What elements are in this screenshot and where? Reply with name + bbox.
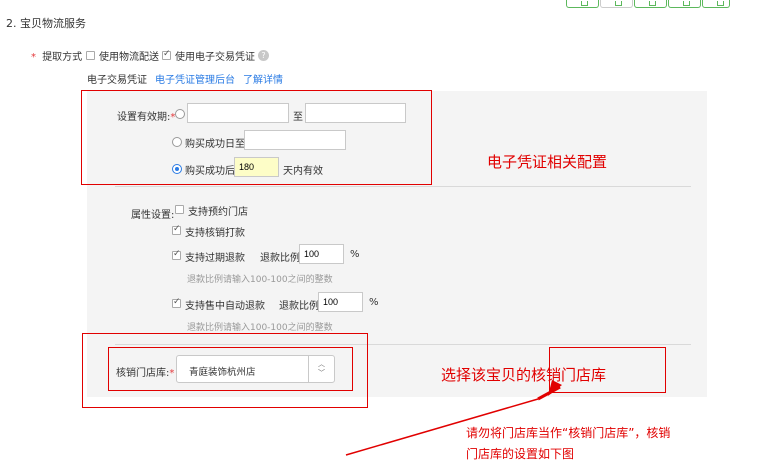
refund-hint: 退款比例请输入100-100之间的整数 bbox=[187, 275, 333, 285]
voucher-checkbox[interactable] bbox=[162, 49, 171, 60]
toolbar-button[interactable] bbox=[566, 0, 599, 8]
appointment-store-checkbox[interactable] bbox=[175, 205, 184, 214]
voucher-config-highlight bbox=[81, 90, 432, 185]
expired-refund-ratio-input[interactable] bbox=[299, 244, 344, 264]
toolbar-button[interactable] bbox=[702, 0, 730, 8]
pickup-label: 提取方式 bbox=[42, 52, 83, 63]
logistics-checkbox[interactable] bbox=[86, 51, 95, 60]
voucher-label: 使用电子交易凭证 bbox=[175, 52, 255, 63]
voucher-text: 电子交易凭证 bbox=[87, 75, 147, 86]
auto-refund-checkbox[interactable] bbox=[172, 297, 181, 308]
toolbar-button[interactable] bbox=[634, 0, 667, 8]
verify-payment-checkbox[interactable] bbox=[172, 224, 181, 235]
note-line-1: 请勿将门店库当作“核销门店库”，核销 bbox=[466, 426, 671, 440]
auto-refund-ratio-input[interactable] bbox=[318, 292, 363, 312]
expired-refund-ratio-label: 退款比例 bbox=[260, 253, 300, 264]
toolbar-button[interactable] bbox=[600, 0, 633, 8]
attributes-label: 属性设置: bbox=[131, 210, 175, 221]
note-annotation: 请勿将门店库当作“核销门店库”，核销 门店库的设置如下图 bbox=[466, 423, 756, 465]
toolbar-button[interactable] bbox=[668, 0, 701, 8]
logistics-label: 使用物流配送 bbox=[99, 52, 159, 63]
section-title: 2. 宝贝物流服务 bbox=[6, 17, 86, 30]
expired-refund-label: 支持过期退款 bbox=[185, 253, 245, 264]
help-icon[interactable]: ? bbox=[258, 50, 269, 61]
percent-sign: % bbox=[350, 249, 360, 260]
auto-refund-label: 支持售中自动退款 bbox=[185, 301, 265, 312]
note-line-2: 门店库的设置如下图 bbox=[466, 447, 575, 461]
divider bbox=[115, 186, 691, 187]
appointment-store-label: 支持预约门店 bbox=[188, 207, 248, 218]
voucher-config-annotation: 电子凭证相关配置 bbox=[487, 153, 608, 171]
refund-hint: 退款比例请输入100-100之间的整数 bbox=[187, 323, 333, 333]
choose-store-annotation: 选择该宝贝的核销门店库 bbox=[441, 366, 607, 384]
pickup-row: * 提取方式 bbox=[31, 48, 83, 63]
voucher-admin-link[interactable]: 电子凭证管理后台 bbox=[155, 71, 235, 86]
expired-refund-checkbox[interactable] bbox=[172, 249, 181, 260]
learn-more-link[interactable]: 了解详情 bbox=[243, 71, 283, 86]
percent-sign: % bbox=[369, 297, 379, 308]
verify-payment-label: 支持核销打款 bbox=[185, 228, 245, 239]
auto-refund-ratio-label: 退款比例 bbox=[279, 301, 319, 312]
store-outer-highlight bbox=[82, 333, 368, 408]
required-mark: * bbox=[31, 52, 36, 63]
